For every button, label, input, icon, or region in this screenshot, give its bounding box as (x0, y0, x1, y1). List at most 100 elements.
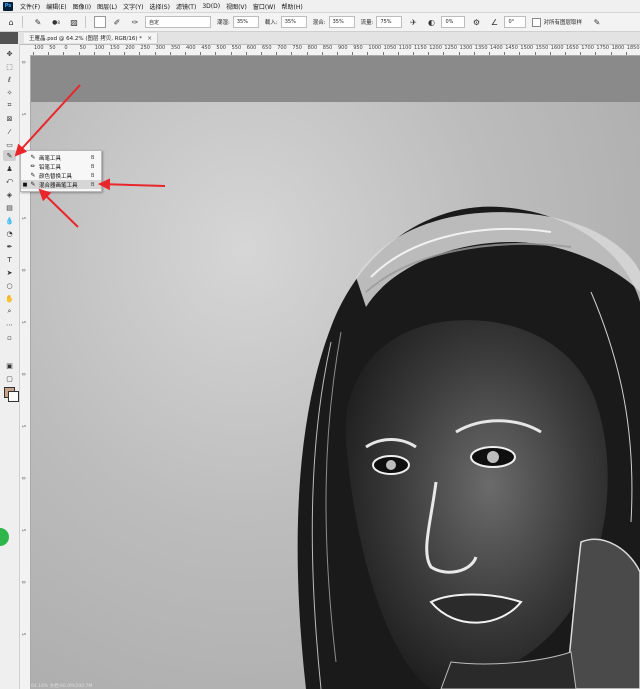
move-tool-icon[interactable]: ✥ (3, 48, 16, 59)
smoothing-field[interactable]: 0% (441, 16, 466, 28)
menu-type[interactable]: 文字(Y) (120, 2, 146, 11)
frame-tool-icon[interactable]: ⊠ (3, 113, 16, 124)
mixer-brush-preset-icon[interactable]: ✎ (31, 15, 45, 29)
flyout-item[interactable]: ✎ 颜色替换工具 B (21, 171, 101, 180)
path-select-tool-icon[interactable]: ➤ (3, 267, 16, 278)
ruler-top-label: 1400 (490, 45, 503, 51)
ruler-left-label: 0 (21, 477, 26, 480)
ruler-left-label: 0 (21, 269, 26, 272)
mix-preset-dropdown[interactable]: 自定 (145, 16, 211, 28)
pen-tool-icon[interactable]: ✒ (3, 241, 16, 252)
lasso-tool-icon[interactable]: ℓ (3, 74, 16, 85)
wet-field[interactable]: 35% (232, 16, 259, 28)
mix-value: 35% (332, 19, 344, 25)
smoothing-options-icon[interactable]: ⚙ (469, 15, 483, 29)
menu-image[interactable]: 图像(I) (70, 2, 94, 11)
canvas[interactable] (31, 56, 640, 689)
ruler-top-tick (352, 52, 354, 55)
flyout-item[interactable]: ✎ 画笔工具 B (21, 153, 101, 162)
load-brush-icon[interactable]: ✐ (110, 15, 124, 29)
shape-tool-icon[interactable]: ○ (3, 280, 16, 291)
sample-all-checkbox[interactable] (532, 17, 542, 27)
menu-view[interactable]: 视图(V) (223, 2, 250, 11)
load-label: 载入: (264, 20, 278, 26)
close-icon[interactable]: × (147, 35, 152, 42)
mix-field[interactable]: 35% (328, 16, 355, 28)
eyedropper-tool-icon[interactable]: ⁄ (3, 126, 16, 137)
eraser-tool-icon[interactable]: ◈ (3, 189, 16, 200)
ruler-top-label: 350 (170, 45, 181, 51)
ruler-top-tick (78, 52, 80, 55)
history-brush-tool-icon[interactable]: ⤺ (3, 176, 16, 187)
screen-mode-icon[interactable]: ▢ (3, 373, 16, 384)
menu-filter[interactable]: 滤镜(T) (173, 2, 199, 11)
ruler-top-tick (595, 52, 597, 55)
brush-tip-icon[interactable]: ● 8 (49, 15, 63, 29)
quick-select-tool-icon[interactable]: ✧ (3, 87, 16, 98)
ruler-top-label: 450 (201, 45, 211, 51)
load-field[interactable]: 35% (280, 16, 307, 28)
type-tool-icon[interactable]: T (3, 254, 16, 265)
gradient-tool-icon[interactable]: ▤ (3, 202, 16, 213)
more-tools-icon[interactable]: ⋯ (3, 319, 16, 330)
blur-tool-icon[interactable]: 💧 (3, 215, 16, 226)
ruler-top-tick (504, 52, 506, 55)
sample-all-label: 对所有图层取样 (543, 20, 582, 26)
marquee-tool-icon[interactable]: ⬚ (3, 61, 16, 72)
zoom-tool-icon[interactable]: ⌕ (3, 306, 16, 317)
flyout-item-shortcut: B (91, 181, 95, 188)
menu-layer[interactable]: 图层(L) (94, 2, 120, 11)
ruler-top-tick (443, 52, 445, 55)
flow-field[interactable]: 75% (376, 16, 403, 28)
brush-tool-icon[interactable]: ✎ (3, 150, 16, 161)
menu-select[interactable]: 选择(S) (146, 2, 173, 11)
swatch-icon[interactable] (94, 16, 106, 28)
healing-tool-icon[interactable]: ▭ (3, 139, 16, 150)
flow-label: 流量: (360, 20, 374, 26)
clean-brush-icon[interactable]: ✑ (128, 15, 142, 29)
ruler-top-tick (48, 52, 50, 55)
ruler-top-tick (139, 52, 141, 55)
stamp-tool-icon[interactable]: ♟ (3, 163, 16, 174)
document-tab-bar: 王雁晶.psd @ 64.2% (图层 拷贝, RGB/16) * × (18, 32, 640, 45)
flyout-item-label: 颜色替换工具 (39, 173, 73, 180)
smoothing-icon[interactable]: ◐ (424, 15, 438, 29)
angle-value: 0° (508, 19, 515, 25)
ruler-top-label: 150 (110, 45, 120, 51)
pencil-icon: ✏ (30, 163, 36, 170)
flyout-item[interactable]: ■ ✎ 混合器画笔工具 B (21, 180, 101, 189)
hand-tool-icon[interactable]: ✋ (3, 293, 16, 304)
flyout-item[interactable]: ✏ 铅笔工具 B (21, 162, 101, 171)
flyout-item-label: 混合器画笔工具 (39, 182, 78, 189)
ruler-top-tick (245, 52, 247, 55)
flyout-item-shortcut: B (91, 163, 95, 170)
menu-window[interactable]: 窗口(W) (250, 2, 279, 11)
edit-toolbar-icon[interactable]: ▫ (3, 332, 16, 343)
crop-tool-icon[interactable]: ⌗ (3, 100, 16, 111)
wet-value: 35% (236, 19, 248, 25)
brush-settings-icon[interactable]: ▨ (67, 15, 81, 29)
ruler-top-label: 300 (155, 45, 166, 51)
ruler-top-tick (549, 52, 551, 55)
ruler-top-label: 50 (49, 45, 56, 51)
ruler-top-tick (337, 52, 338, 55)
document-tab[interactable]: 王雁晶.psd @ 64.2% (图层 拷贝, RGB/16) * × (24, 33, 159, 43)
menu-3d[interactable]: 3D(D) (199, 3, 223, 10)
brush-tool-flyout: ✎ 画笔工具 B ✏ 铅笔工具 B ✎ 颜色替换工具 B ■ ✎ 混合器画笔工具 B (20, 150, 102, 192)
ruler-top-label: 600 (246, 45, 257, 51)
quick-mask-icon[interactable]: ▣ (3, 360, 16, 371)
home-icon[interactable]: ⌂ (4, 15, 18, 29)
airbrush-icon[interactable]: ✈ (406, 15, 420, 29)
mixer-brush-icon: ✎ (30, 181, 36, 188)
dodge-tool-icon[interactable]: ◔ (3, 228, 16, 239)
menu-help[interactable]: 帮助(H) (279, 2, 306, 11)
ruler-top-label: 1000 (368, 45, 382, 51)
ruler-top-tick (261, 52, 262, 55)
ruler-top-tick (367, 52, 369, 55)
angle-field[interactable]: 0° (504, 16, 527, 28)
angle-icon[interactable]: ∠ (487, 15, 501, 29)
menu-edit[interactable]: 编辑(E) (43, 2, 69, 11)
background-color-swatch[interactable] (8, 391, 19, 402)
menu-file[interactable]: 文件(F) (17, 2, 43, 11)
pressure-icon[interactable]: ✎ (590, 15, 604, 29)
